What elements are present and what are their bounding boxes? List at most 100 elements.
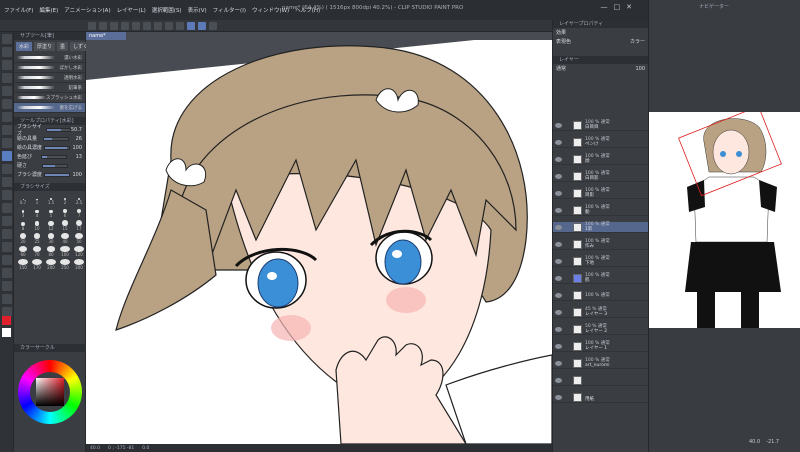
redo-icon[interactable] xyxy=(132,21,140,30)
tab-watercolor[interactable]: 水彩 xyxy=(16,42,33,51)
saturation-value-square[interactable] xyxy=(36,378,64,406)
brush-item[interactable]: 透明水彩 xyxy=(14,73,85,83)
layer-row[interactable]: 100 % 通常 目影 xyxy=(553,188,649,199)
eye-icon[interactable] xyxy=(555,224,562,230)
brush-item[interactable]: ぼかし水彩 xyxy=(14,63,85,73)
eye-icon[interactable] xyxy=(555,309,562,315)
snap-ruler-icon[interactable] xyxy=(187,21,195,30)
layer-row[interactable]: 100 % 通常 1影 xyxy=(553,222,649,233)
eye-icon[interactable] xyxy=(555,360,562,366)
tab-thick-paint[interactable]: 厚塗り xyxy=(34,42,56,51)
ruler-tool-icon[interactable] xyxy=(2,268,12,278)
eye-icon[interactable] xyxy=(555,241,562,247)
blend-mode-select[interactable]: 通常 xyxy=(556,65,566,72)
new-file-icon[interactable] xyxy=(88,21,96,30)
layer-row[interactable]: 100 % 通常動 xyxy=(553,205,649,216)
property-value[interactable]: 13 xyxy=(76,154,82,160)
property-slider[interactable] xyxy=(44,172,71,177)
eye-icon[interactable] xyxy=(555,122,562,128)
auto-select-tool-icon[interactable] xyxy=(2,99,12,109)
brush-size-preset[interactable]: 1 xyxy=(31,194,43,205)
eye-icon[interactable] xyxy=(555,394,562,400)
brush-size-preset[interactable]: 100 xyxy=(59,246,71,257)
brush-size-preset[interactable]: 170 xyxy=(31,259,43,270)
menu-layer[interactable]: レイヤー(L) xyxy=(117,6,146,14)
menu-file[interactable]: ファイル(F) xyxy=(4,6,33,14)
menu-animation[interactable]: アニメーション(A) xyxy=(64,6,110,14)
minimize-icon[interactable]: — xyxy=(601,3,608,11)
balloon-tool-icon[interactable] xyxy=(2,294,12,304)
close-icon[interactable]: ✕ xyxy=(626,3,632,11)
brush-item[interactable]: 濃い水彩 xyxy=(14,53,85,63)
frame-tool-icon[interactable] xyxy=(2,255,12,265)
move-layer-tool-icon[interactable] xyxy=(2,73,12,83)
brush-size-preset[interactable]: 7 xyxy=(73,207,85,218)
property-slider[interactable] xyxy=(40,154,67,159)
brush-tool-icon[interactable] xyxy=(2,151,12,161)
airbrush-tool-icon[interactable] xyxy=(2,164,12,174)
brush-size-preset[interactable]: 15 xyxy=(59,220,71,231)
hand-tool-icon[interactable] xyxy=(2,47,12,57)
property-value[interactable]: 50.7 xyxy=(71,127,82,133)
brush-item[interactable]: 鉛筆系 xyxy=(14,83,85,93)
color-wheel[interactable] xyxy=(18,360,82,424)
layer-row[interactable]: 100 % 通常顔 xyxy=(553,154,649,165)
brush-size-preset[interactable]: 0.7 xyxy=(17,194,29,205)
brush-size-preset[interactable]: 25 xyxy=(31,233,43,244)
gradient-tool-icon[interactable] xyxy=(2,229,12,239)
menu-filter[interactable]: フィルター(I) xyxy=(213,6,246,14)
property-value[interactable]: 100 xyxy=(72,145,82,151)
brush-size-preset[interactable]: 120 xyxy=(73,246,85,257)
brush-size-preset[interactable]: 80 xyxy=(45,246,57,257)
opacity-field[interactable]: 100 xyxy=(635,66,645,72)
property-slider[interactable] xyxy=(43,136,70,141)
brush-size-preset[interactable]: 150 xyxy=(17,259,29,270)
brush-item-selected[interactable]: 墨を広げる xyxy=(14,103,85,113)
layer-row[interactable]: 100 % 通常 art_nuromi xyxy=(553,358,649,369)
eraser-tool-icon[interactable] xyxy=(2,190,12,200)
brush-size-preset[interactable]: 50 xyxy=(73,233,85,244)
menu-view[interactable]: 表示(V) xyxy=(188,6,207,14)
brush-size-preset[interactable]: 40 xyxy=(59,233,71,244)
document-tab[interactable]: name* xyxy=(86,32,126,40)
eyedropper-tool-icon[interactable] xyxy=(2,112,12,122)
property-value[interactable]: 26 xyxy=(76,136,82,142)
eye-icon[interactable] xyxy=(555,377,562,383)
layer-row[interactable]: 100 % 通常 下地 xyxy=(553,256,649,267)
angle-readout[interactable]: 0.0 xyxy=(142,446,149,451)
save-icon[interactable] xyxy=(110,21,118,30)
zoom-tool-icon[interactable] xyxy=(2,34,12,44)
layer-row[interactable]: 100 % 通常 xyxy=(553,290,649,301)
brush-size-preset[interactable]: 60 xyxy=(17,246,29,257)
property-slider[interactable] xyxy=(44,145,71,150)
property-value[interactable]: 100 xyxy=(72,172,82,178)
operation-tool-icon[interactable] xyxy=(2,60,12,70)
brush-size-preset[interactable]: 70 xyxy=(31,246,43,257)
decoration-tool-icon[interactable] xyxy=(2,177,12,187)
transform-icon[interactable] xyxy=(154,21,162,30)
brush-size-preset[interactable]: 5 xyxy=(45,207,57,218)
selection-tool-icon[interactable] xyxy=(2,86,12,96)
blend-tool-icon[interactable] xyxy=(2,203,12,213)
brush-size-preset[interactable]: 2.5 xyxy=(73,194,85,205)
eye-icon[interactable] xyxy=(555,173,562,179)
deselect-icon[interactable] xyxy=(165,21,173,30)
brush-size-preset[interactable]: 20 xyxy=(17,233,29,244)
brush-size-preset[interactable]: 6 xyxy=(59,207,71,218)
layer-row[interactable]: 100 % 通常肌 xyxy=(553,273,649,284)
snap-grid-icon[interactable] xyxy=(198,21,206,30)
brush-size-preset[interactable]: 10 xyxy=(31,220,43,231)
maximize-icon[interactable]: □ xyxy=(614,3,621,11)
eye-icon[interactable] xyxy=(555,190,562,196)
brush-size-preset[interactable]: 8 xyxy=(17,220,29,231)
eye-icon[interactable] xyxy=(555,207,562,213)
tab-ink[interactable]: 墨 xyxy=(57,42,69,51)
eye-icon[interactable] xyxy=(555,275,562,281)
eye-icon[interactable] xyxy=(555,258,562,264)
sub-color-swatch[interactable] xyxy=(2,328,11,337)
brush-size-preset[interactable]: 17 xyxy=(73,220,85,231)
layer-row[interactable]: 100 % 通常 レイヤー 1 xyxy=(553,341,649,352)
eye-icon[interactable] xyxy=(555,156,562,162)
pen-tool-icon[interactable] xyxy=(2,125,12,135)
brush-size-preset[interactable]: 3 xyxy=(17,207,29,218)
